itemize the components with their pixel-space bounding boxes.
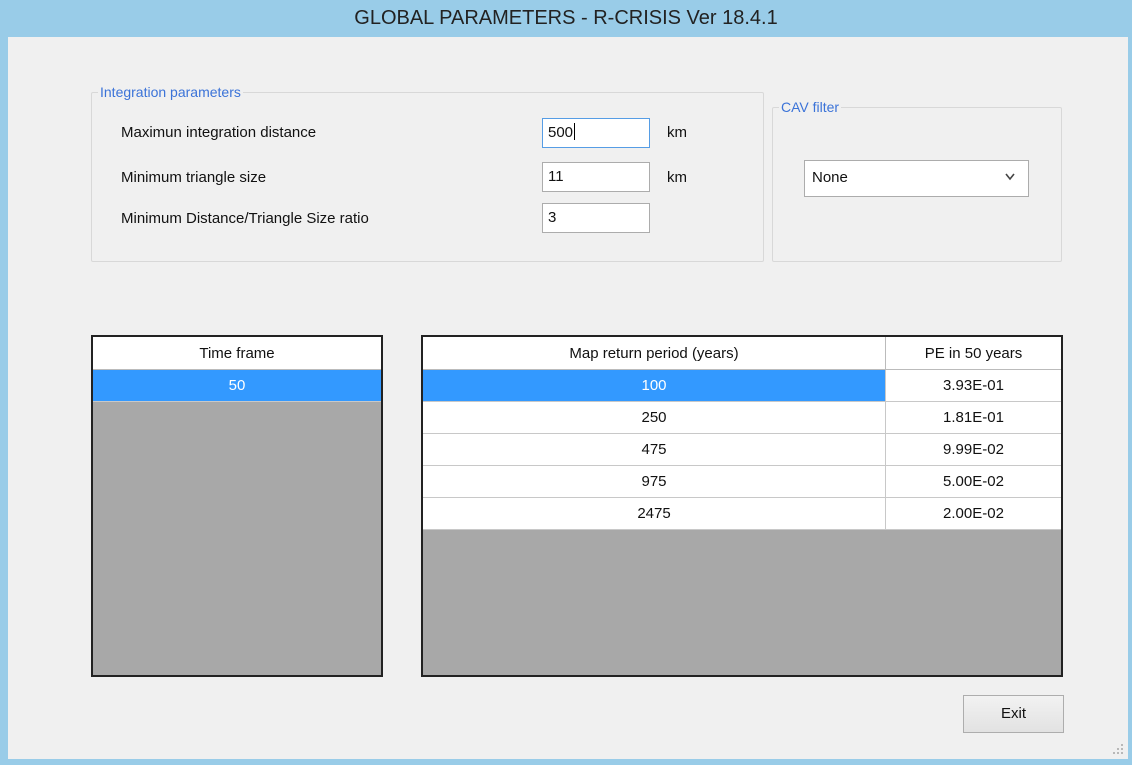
integration-parameters-legend: Integration parameters xyxy=(98,84,243,100)
time-frame-row[interactable]: 50 xyxy=(93,370,381,402)
table-row-return-period[interactable]: 975 xyxy=(423,466,886,498)
distance-triangle-ratio-label: Minimum Distance/Triangle Size ratio xyxy=(121,210,369,227)
min-triangle-size-input[interactable]: 11 xyxy=(542,162,650,192)
return-period-column-header: Map return period (years) xyxy=(423,337,886,370)
table-row-pe[interactable]: 5.00E-02 xyxy=(886,466,1061,498)
text-caret xyxy=(574,123,576,140)
cav-filter-group: CAV filter None xyxy=(772,99,1062,262)
resize-grip-icon[interactable] xyxy=(1112,743,1124,755)
time-frame-header: Time frame xyxy=(93,337,381,370)
max-integration-distance-input[interactable]: 500 xyxy=(542,118,650,148)
table-row-pe[interactable]: 2.00E-02 xyxy=(886,498,1061,530)
cav-filter-select[interactable]: None xyxy=(804,160,1029,197)
max-integration-distance-value: 500 xyxy=(548,124,574,141)
cav-filter-legend: CAV filter xyxy=(779,99,842,115)
exit-button[interactable]: Exit xyxy=(963,695,1064,733)
distance-triangle-ratio-input[interactable]: 3 xyxy=(542,203,650,233)
return-period-grid[interactable]: Map return period (years) PE in 50 years… xyxy=(421,335,1063,677)
cav-filter-selected-value: None xyxy=(812,169,848,186)
time-frame-grid[interactable]: Time frame 50 xyxy=(91,335,383,677)
chevron-down-icon xyxy=(1005,173,1015,181)
window-title: GLOBAL PARAMETERS - R-CRISIS Ver 18.4.1 xyxy=(354,7,778,29)
table-row-return-period[interactable]: 2475 xyxy=(423,498,886,530)
table-row-return-period[interactable]: 100 xyxy=(423,370,886,402)
table-row-return-period[interactable]: 250 xyxy=(423,402,886,434)
table-row-pe[interactable]: 3.93E-01 xyxy=(886,370,1061,402)
table-row-pe[interactable]: 1.81E-01 xyxy=(886,402,1061,434)
dialog-client-area: Integration parameters Maximun integrati… xyxy=(8,37,1128,759)
max-integration-distance-label: Maximun integration distance xyxy=(121,124,317,141)
max-integration-distance-unit: km xyxy=(667,124,687,141)
table-row-pe[interactable]: 9.99E-02 xyxy=(886,434,1061,466)
global-parameters-window: GLOBAL PARAMETERS - R-CRISIS Ver 18.4.1 … xyxy=(0,0,1132,765)
min-triangle-size-label: Minimum triangle size xyxy=(121,169,267,186)
pe-column-header: PE in 50 years xyxy=(886,337,1061,370)
min-triangle-size-unit: km xyxy=(667,169,687,186)
table-row-return-period[interactable]: 475 xyxy=(423,434,886,466)
integration-parameters-group: Integration parameters Maximun integrati… xyxy=(91,84,764,262)
